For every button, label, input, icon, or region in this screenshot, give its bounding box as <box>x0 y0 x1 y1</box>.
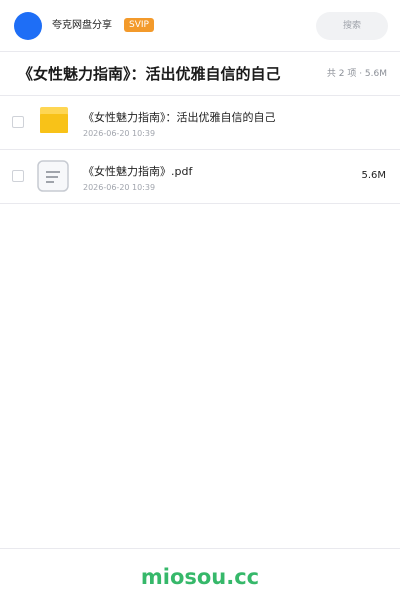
avatar[interactable] <box>14 12 42 40</box>
file-date: 2026-06-20 10:39 <box>83 183 156 192</box>
file-size: 5.6M <box>361 170 386 181</box>
folder-header: 《女性魅力指南》：活出优雅自信的自己 共 2 项 · 5.6M <box>0 52 400 96</box>
file-date: 2026-06-20 10:39 <box>83 129 156 138</box>
document-icon <box>37 160 69 192</box>
app-name: 夸克网盘分享 <box>52 20 112 31</box>
list-item[interactable]: 《女性魅力指南》：活出优雅自信的自己 2026-06-20 10:39 <box>0 96 400 150</box>
select-checkbox[interactable] <box>12 170 24 182</box>
file-name[interactable]: 《女性魅力指南》.pdf <box>83 165 192 179</box>
folder-icon <box>40 107 68 135</box>
svip-badge: SVIP <box>124 18 154 32</box>
page-title: 《女性魅力指南》：活出优雅自信的自己 <box>18 65 281 83</box>
file-name[interactable]: 《女性魅力指南》：活出优雅自信的自己 <box>83 111 276 125</box>
search-input[interactable]: 搜索 <box>316 12 388 40</box>
file-summary: 共 2 项 · 5.6M <box>326 69 387 79</box>
footer-brand[interactable]: miosou.cc <box>0 564 400 590</box>
top-bar: 夸克网盘分享 SVIP 搜索 <box>0 0 400 52</box>
share-page: 夸克网盘分享 SVIP 搜索 《女性魅力指南》：活出优雅自信的自己 共 2 项 … <box>0 0 400 600</box>
list-item[interactable]: 《女性魅力指南》.pdf 2026-06-20 10:39 5.6M <box>0 150 400 204</box>
footer: miosou.cc <box>0 548 400 600</box>
select-checkbox[interactable] <box>12 116 24 128</box>
